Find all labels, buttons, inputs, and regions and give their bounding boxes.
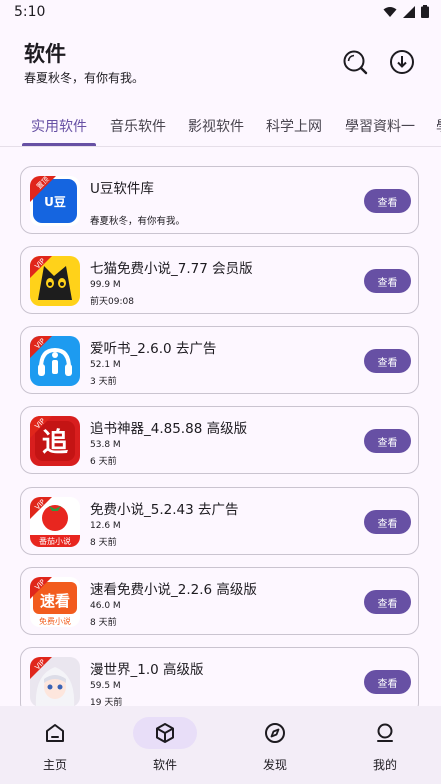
- app-updated: 19 天前: [90, 698, 123, 706]
- view-button[interactable]: 查看: [364, 349, 411, 373]
- tab-more[interactable]: 學: [436, 116, 441, 136]
- app-name: 追书神器_4.85.88 高级版: [90, 421, 248, 437]
- download-icon: [390, 50, 414, 74]
- view-button[interactable]: 查看: [364, 269, 411, 293]
- app-card[interactable]: U豆 置顶 U豆软件库 春夏秋冬，有你有我。 查看: [20, 166, 419, 234]
- nav-discover[interactable]: 发现: [220, 706, 330, 784]
- app-name: U豆软件库: [90, 181, 154, 197]
- app-size: 52.1 M: [90, 360, 121, 370]
- app-name: 免费小说_5.2.43 去广告: [90, 502, 239, 518]
- tab-video[interactable]: 影视软件: [188, 116, 244, 136]
- home-icon: [46, 724, 64, 742]
- app-size: 12.6 M: [90, 521, 121, 531]
- nav-home-pill: [23, 717, 87, 749]
- nav-home-label: 主页: [42, 758, 67, 772]
- compass-icon: [265, 723, 285, 743]
- tab-utility[interactable]: 实用软件: [31, 116, 87, 136]
- status-time: 5:10: [14, 4, 46, 20]
- nav-profile[interactable]: 我的: [330, 706, 440, 784]
- app-list[interactable]: U豆 置顶 U豆软件库 春夏秋冬，有你有我。 查看 VIP 七猫免费小说_7.7…: [0, 146, 441, 706]
- app-size: 53.8 M: [90, 440, 121, 450]
- app-size: 99.9 M: [90, 280, 121, 290]
- app-card[interactable]: 追 VIP 追书神器_4.85.88 高级版 53.8 M 6 天前 查看: [20, 406, 419, 474]
- app-card[interactable]: VIP 漫世界_1.0 高级版 59.5 M 19 天前 查看: [20, 647, 419, 706]
- app-icon-aitingshu: VIP: [30, 336, 80, 386]
- app-size: 59.5 M: [90, 681, 121, 691]
- battery-icon: [421, 5, 429, 18]
- nav-software-label: 软件: [152, 758, 177, 772]
- search-icon: [343, 50, 368, 75]
- app-logo-subtext: 免费小说: [39, 616, 71, 626]
- bottom-navigation: 主页 软件 发现 我的: [0, 706, 441, 784]
- download-button[interactable]: [386, 46, 418, 78]
- view-button[interactable]: 查看: [364, 590, 411, 614]
- page-title: 软件: [24, 42, 66, 66]
- person-icon: [377, 723, 393, 742]
- signal-icon: [403, 5, 415, 18]
- tab-music[interactable]: 音乐软件: [110, 116, 166, 136]
- cube-icon: [156, 723, 174, 743]
- view-button[interactable]: 查看: [364, 189, 411, 213]
- app-icon-fanqie: 番茄小说 VIP: [30, 497, 80, 547]
- nav-profile-label: 我的: [372, 758, 397, 772]
- app-icon-manshijie: VIP: [30, 657, 80, 706]
- tab-proxy[interactable]: 科学上网: [266, 116, 322, 136]
- app-name: 爱听书_2.6.0 去广告: [90, 341, 217, 357]
- view-button[interactable]: 查看: [364, 510, 411, 534]
- app-icon-zhuishu: 追 VIP: [30, 416, 80, 466]
- app-size: 46.0 M: [90, 601, 121, 611]
- status-bar: 5:10: [0, 0, 441, 26]
- app-updated: 6 天前: [90, 457, 117, 467]
- nav-discover-pill: [243, 717, 307, 749]
- app-card[interactable]: VIP 爱听书_2.6.0 去广告 52.1 M 3 天前 查看: [20, 326, 419, 394]
- app-updated: 3 天前: [90, 377, 117, 387]
- app-card[interactable]: VIP 七猫免费小说_7.77 会员版 99.9 M 前天09:08 查看: [20, 246, 419, 314]
- page-subtitle: 春夏秋冬，有你有我。: [24, 71, 145, 85]
- app-updated: 前天09:08: [90, 297, 134, 307]
- tab-study[interactable]: 學習資料一: [345, 116, 415, 136]
- app-icon-qimao: VIP: [30, 256, 80, 306]
- app-name: 漫世界_1.0 高级版: [90, 662, 204, 678]
- nav-software[interactable]: 软件: [110, 706, 220, 784]
- app-description: 春夏秋冬，有你有我。: [90, 216, 186, 227]
- status-icons: [383, 5, 429, 18]
- view-button[interactable]: 查看: [364, 429, 411, 453]
- app-logo-text: U豆: [44, 195, 66, 209]
- app-updated: 8 天前: [90, 618, 117, 628]
- app-logo-text: 番茄小说: [39, 536, 71, 546]
- app-logo-text: 速看: [40, 592, 70, 610]
- app-name: 七猫免费小说_7.77 会员版: [90, 261, 253, 277]
- app-updated: 8 天前: [90, 538, 117, 548]
- app-logo-text: 追: [42, 427, 68, 458]
- nav-software-pill: [133, 717, 197, 749]
- app-card[interactable]: 番茄小说 VIP 免费小说_5.2.43 去广告 12.6 M 8 天前 查看: [20, 487, 419, 555]
- view-button[interactable]: 查看: [364, 670, 411, 694]
- nav-home[interactable]: 主页: [0, 706, 110, 784]
- nav-profile-pill: [353, 717, 417, 749]
- nav-discover-label: 发现: [262, 758, 287, 772]
- app-card[interactable]: 速看 免费小说 VIP 速看免费小说_2.2.6 高级版 46.0 M 8 天前…: [20, 567, 419, 635]
- app-icon-sukan: 速看 免费小说 VIP: [30, 577, 80, 627]
- app-header: 软件 春夏秋冬，有你有我。: [0, 38, 441, 98]
- search-button[interactable]: [339, 46, 371, 78]
- app-name: 速看免费小说_2.2.6 高级版: [90, 582, 257, 598]
- app-icon-udou: U豆 置顶: [30, 176, 80, 226]
- wifi-icon: [383, 6, 397, 17]
- category-tabs: 实用软件 音乐软件 影视软件 科学上网 學習資料一 學: [0, 104, 441, 147]
